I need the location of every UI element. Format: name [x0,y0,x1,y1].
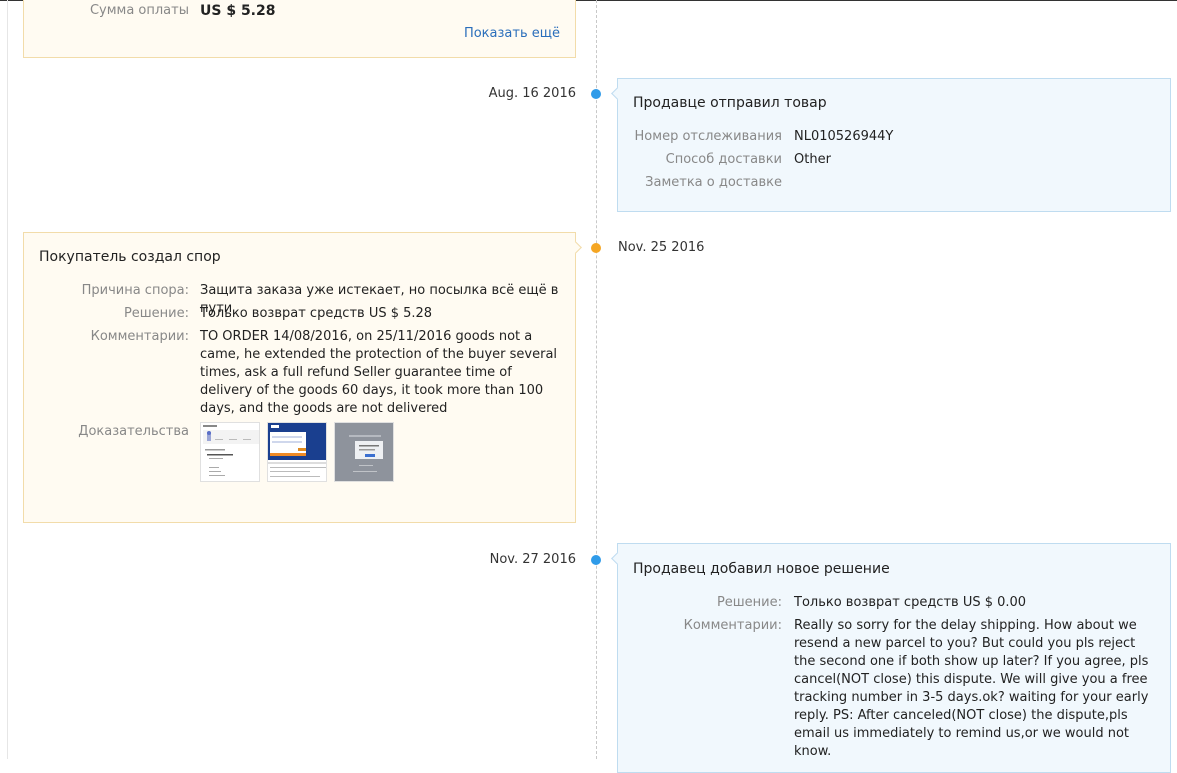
comment-text: TO ORDER 14/08/2016, on 25/11/2016 goods… [200,329,558,416]
evidence-thumbnail-1[interactable] [200,422,260,482]
solution-label: Решение: [716,595,782,610]
left-border [7,0,8,759]
amount-value: US $ 5.28 [200,3,276,19]
seller-shipped-card: Продавце отправил товар Номер отслеживан… [611,78,1171,212]
evidence-label: Доказательства [78,424,189,439]
comment-label: Комментарии: [90,329,189,344]
event-title: Покупатель создал спор [39,249,221,265]
tracking-number: NL010526944Y [794,129,894,144]
amount-label: Сумма оплаты [89,3,189,18]
timeline-dot-seller [591,89,601,99]
show-more-link[interactable]: Показать ещё [464,26,560,41]
timeline-dot-seller [591,555,601,565]
solution-value: Только возврат средств US $ 5.28 [200,306,433,321]
solution-value: Только возврат средств US $ 0.00 [794,595,1027,610]
shipping-method-label: Способ доставки [665,152,782,167]
shipping-note-label: Заметка о доставке [645,175,782,190]
evidence-thumbnail-2[interactable] [267,422,327,482]
solution-label: Решение: [123,306,189,321]
timeline-line [596,0,597,759]
tracking-label: Номер отслеживания [634,129,782,144]
timeline-dot-buyer [591,243,601,253]
event-title: Продавце отправил товар [633,95,827,111]
event-date: Nov. 27 2016 [489,552,576,567]
dispute-reason-label: Причина спора: [81,283,189,298]
event-date: Aug. 16 2016 [488,86,576,101]
buyer-dispute-card: Покупатель создал спор Причина спора: За… [23,232,582,523]
evidence-thumbnail-3[interactable] [334,422,394,482]
order-summary-card: Сумма оплаты US $ 5.28 Показать ещё [23,0,576,58]
comment-label: Комментарии: [683,618,782,633]
event-title: Продавец добавил новое решение [633,561,890,577]
shipping-method-value: Other [794,152,831,167]
seller-solution-card: Продавец добавил новое решение Решение: … [611,543,1171,773]
event-date: Nov. 25 2016 [618,240,705,255]
comment-text: Really so sorry for the delay shipping. … [794,618,1149,759]
